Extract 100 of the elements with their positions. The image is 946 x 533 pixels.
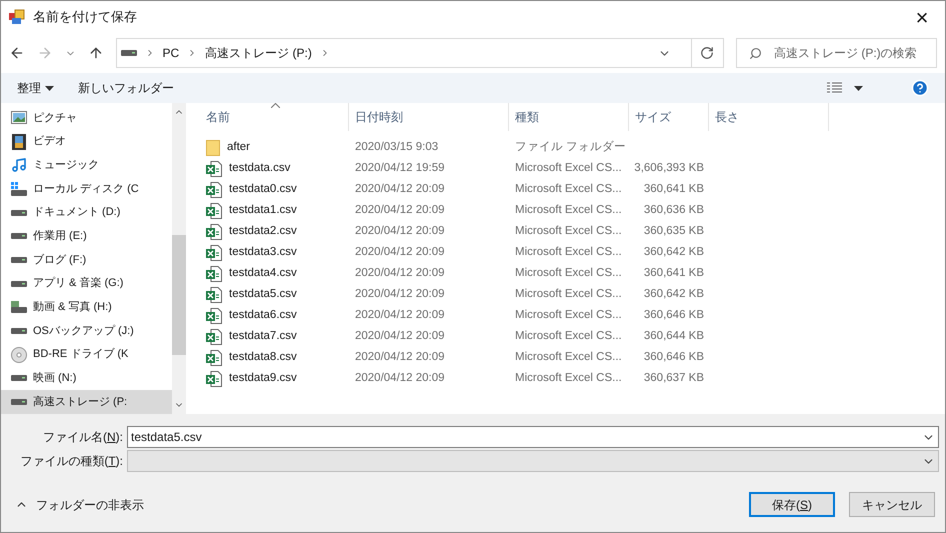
- sidebar-item[interactable]: 作業用 (E:): [1, 224, 172, 248]
- type-cell-text: Microsoft Excel CS...: [514, 160, 623, 176]
- up-icon[interactable]: [88, 45, 104, 61]
- details-view-icon: [827, 82, 842, 94]
- file-name[interactable]: testdata.csv: [229, 160, 290, 178]
- file-name[interactable]: testdata5.csv: [229, 286, 297, 304]
- sidebar-item[interactable]: ブログ (F:): [1, 248, 172, 272]
- size-cell-text: 360,644 KB: [642, 328, 704, 344]
- help-icon[interactable]: [911, 79, 929, 97]
- file-name[interactable]: testdata7.csv: [229, 328, 297, 346]
- drive-icon: [120, 49, 137, 57]
- sidebar-item[interactable]: アプリ & 音楽 (G:): [1, 272, 172, 296]
- sidebar-item[interactable]: ドキュメント (D:): [1, 200, 172, 224]
- file-name[interactable]: testdata4.csv: [229, 264, 297, 282]
- date-cell-text: 2020/04/12 20:09: [354, 202, 446, 218]
- type-cell-text: Microsoft Excel CS...: [514, 266, 623, 281]
- drive-icon: [11, 327, 27, 336]
- spreadsheet-file-icon: [206, 328, 222, 344]
- size-cell-text: 360,635 KB: [642, 224, 704, 239]
- type-cell-text: Microsoft Excel CS...: [514, 224, 623, 239]
- sidebar-item[interactable]: ビデオ: [1, 130, 172, 154]
- spreadsheet-file-icon: [206, 182, 222, 198]
- organize-button[interactable]: 整理: [17, 79, 54, 97]
- size-cell-text: 360,641 KB: [642, 182, 704, 197]
- date-cell-text: 2020/04/12 20:09: [354, 370, 446, 386]
- hide-folders-button[interactable]: フォルダーの非表示: [7, 496, 144, 514]
- spreadsheet-file-icon: [206, 266, 222, 282]
- spreadsheet-file-icon: [206, 286, 222, 302]
- column-header[interactable]: サイズ: [629, 103, 709, 131]
- drive-icon: [11, 256, 27, 264]
- column-header[interactable]: 種類: [509, 103, 629, 131]
- file-name[interactable]: testdata0.csv: [229, 180, 297, 198]
- size-cell-text: 360,646 KB: [642, 350, 704, 365]
- size-cell-text: 360,636 KB: [642, 202, 704, 218]
- sidebar-item[interactable]: ミュージック: [1, 153, 172, 178]
- drive-icon: [11, 374, 27, 382]
- sidebar-item[interactable]: OSバックアップ (J:): [1, 319, 172, 343]
- breadcrumb[interactable]: 高速ストレージ (P:): [205, 44, 312, 62]
- date-cell-text: 2020/04/12 20:09: [354, 308, 446, 323]
- sidebar-item[interactable]: 映画 (N:): [1, 366, 172, 390]
- date-cell-text: 2020/04/12 20:09: [354, 286, 446, 302]
- view-options-button[interactable]: [827, 82, 863, 94]
- file-name[interactable]: after: [227, 138, 250, 156]
- column-header[interactable]: 日付時刻: [349, 103, 509, 131]
- type-cell-text: Microsoft Excel CS...: [514, 202, 623, 218]
- breadcrumb[interactable]: PC: [162, 44, 180, 62]
- size-cell-text: 360,637 KB: [642, 370, 704, 386]
- type-cell-text: Microsoft Excel CS...: [514, 370, 623, 386]
- system-drive-icon: [11, 182, 27, 196]
- close-button[interactable]: ×: [899, 2, 945, 32]
- date-cell-text: 2020/04/12 20:09: [354, 224, 446, 239]
- field-label: ファイル名(N):: [42, 429, 124, 446]
- file-name[interactable]: testdata9.csv: [229, 370, 297, 388]
- drive-icon: [11, 398, 27, 406]
- date-cell-text: 2020/04/12 20:09: [354, 182, 446, 197]
- search-field[interactable]: 高速ストレージ (P:)の検索: [736, 38, 937, 68]
- file-name[interactable]: testdata6.csv: [229, 306, 297, 324]
- date-cell-text: 2020/04/12 19:59: [354, 160, 446, 176]
- type-cell-text: ファイル フォルダー: [514, 140, 628, 155]
- date-cell-text: 2020/04/12 20:09: [354, 244, 446, 260]
- save-button[interactable]: 保存(S): [749, 492, 835, 517]
- type-cell-text: Microsoft Excel CS...: [514, 308, 623, 323]
- back-icon[interactable]: [9, 45, 25, 61]
- window-title: 名前を付けて保存: [33, 8, 137, 26]
- date-cell-text: 2020/04/12 20:09: [354, 266, 446, 281]
- sidebar-item[interactable]: 動画 & 写真 (H:): [1, 296, 172, 320]
- file-name-combobox[interactable]: testdata5.csv: [127, 426, 939, 448]
- type-cell-text: Microsoft Excel CS...: [514, 350, 623, 365]
- drive-icon: [11, 208, 27, 217]
- file-name[interactable]: testdata1.csv: [229, 202, 297, 220]
- cancel-button[interactable]: キャンセル: [849, 492, 935, 517]
- app-icon: [9, 9, 25, 25]
- sidebar-item[interactable]: 高速ストレージ (P:: [1, 390, 172, 414]
- spreadsheet-file-icon: [206, 244, 222, 260]
- spreadsheet-file-icon: [206, 308, 222, 324]
- field-label: ファイルの種類(T):: [19, 453, 124, 470]
- file-name-field[interactable]: testdata5.csv: [131, 428, 922, 446]
- type-cell-text: Microsoft Excel CS...: [514, 244, 623, 260]
- file-name[interactable]: testdata2.csv: [229, 222, 297, 240]
- file-name[interactable]: testdata3.csv: [229, 244, 297, 262]
- spreadsheet-file-icon: [206, 160, 222, 176]
- folder-icon: [206, 140, 220, 156]
- address-bar[interactable]: PC 高速ストレージ (P:): [116, 38, 724, 68]
- sidebar-item[interactable]: ピクチャ: [1, 106, 172, 130]
- sidebar-item[interactable]: ローカル ディスク (C: [1, 177, 172, 201]
- spreadsheet-file-icon: [206, 224, 222, 240]
- search-input[interactable]: 高速ストレージ (P:)の検索: [774, 44, 924, 62]
- column-header[interactable]: 長さ: [709, 103, 829, 131]
- new-folder-button[interactable]: 新しいフォルダー: [78, 79, 174, 97]
- music-note-icon: [11, 157, 27, 174]
- size-cell-text: 360,642 KB: [642, 244, 704, 260]
- caret-icon: [45, 86, 54, 90]
- date-cell-text: 2020/04/12 20:09: [354, 350, 446, 365]
- spreadsheet-file-icon: [206, 370, 222, 386]
- drive-icon: [11, 232, 27, 240]
- column-header[interactable]: 名前: [189, 103, 349, 131]
- date-cell-text: 2020/04/12 20:09: [354, 328, 446, 344]
- file-name[interactable]: testdata8.csv: [229, 348, 297, 366]
- sidebar-item[interactable]: BD-RE ドライブ (K: [1, 342, 172, 367]
- caret-icon: [854, 86, 863, 90]
